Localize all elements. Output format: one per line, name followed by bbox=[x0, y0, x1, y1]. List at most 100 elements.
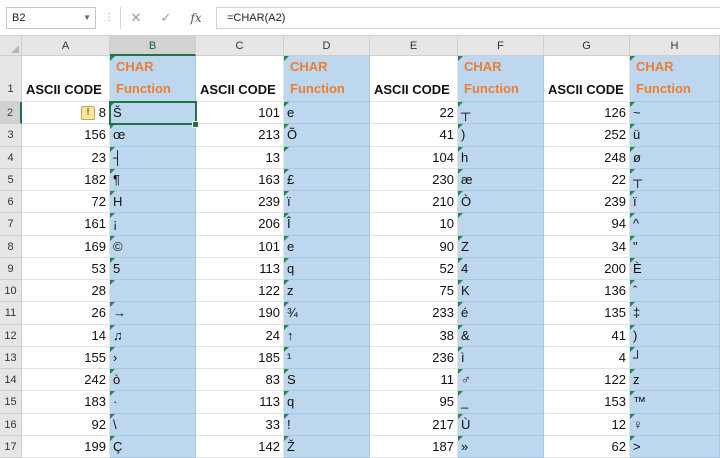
ascii-code-cell[interactable]: 242 bbox=[22, 369, 110, 392]
row-header-12[interactable]: 12 bbox=[0, 324, 22, 347]
char-result-cell[interactable]: → bbox=[110, 302, 196, 325]
char-result-cell[interactable]: z bbox=[284, 280, 370, 303]
char-result-cell[interactable] bbox=[458, 213, 544, 236]
ascii-code-cell[interactable]: 92 bbox=[22, 413, 110, 436]
row-header-5[interactable]: 5 bbox=[0, 168, 22, 191]
char-result-cell[interactable]: q bbox=[284, 391, 370, 414]
ascii-code-cell[interactable]: 22 bbox=[544, 168, 630, 191]
ascii-code-cell[interactable]: 210 bbox=[370, 191, 458, 214]
row-header-10[interactable]: 10 bbox=[0, 280, 22, 303]
ascii-code-cell[interactable]: 41 bbox=[370, 124, 458, 147]
ascii-code-cell[interactable]: 101 bbox=[196, 235, 284, 258]
ascii-code-cell[interactable]: 122 bbox=[196, 280, 284, 303]
char-result-cell[interactable]: ¶ bbox=[110, 168, 196, 191]
char-result-cell[interactable]: © bbox=[110, 235, 196, 258]
char-result-cell[interactable]: z bbox=[630, 369, 720, 392]
column-header-c[interactable]: C bbox=[196, 36, 284, 56]
char-result-cell[interactable]: h bbox=[458, 146, 544, 169]
char-result-cell[interactable]: Ž bbox=[284, 435, 370, 458]
row-header-1[interactable]: 1 bbox=[0, 56, 22, 102]
column-header-a[interactable]: A bbox=[22, 36, 110, 56]
char-function-header[interactable]: CHAR Function bbox=[630, 56, 720, 102]
enter-icon[interactable]: ✓ bbox=[156, 8, 176, 28]
char-result-cell[interactable]: q bbox=[284, 257, 370, 280]
ascii-code-cell[interactable]: 155 bbox=[22, 346, 110, 369]
ascii-code-cell[interactable]: 153 bbox=[544, 391, 630, 414]
char-result-cell[interactable]: £ bbox=[284, 168, 370, 191]
char-result-cell[interactable]: H bbox=[110, 191, 196, 214]
char-result-cell[interactable]: æ bbox=[458, 168, 544, 191]
char-result-cell[interactable]: ┬ bbox=[630, 168, 720, 191]
char-result-cell[interactable]: " bbox=[630, 235, 720, 258]
char-result-cell[interactable]: & bbox=[458, 324, 544, 347]
ascii-code-cell[interactable]: 187 bbox=[370, 435, 458, 458]
ascii-code-cell[interactable]: 28 bbox=[22, 280, 110, 303]
ascii-code-header[interactable]: ASCII CODE bbox=[196, 56, 284, 102]
ascii-code-cell[interactable]: 217 bbox=[370, 413, 458, 436]
worksheet-grid[interactable]: A B C D E F G H 1 2 3 4 5 6 7 8 9 10 11 12 13 14 15 16 17 ASCII C… bbox=[0, 36, 720, 458]
char-result-cell[interactable]: ò bbox=[110, 369, 196, 392]
char-result-cell[interactable]: Õ bbox=[284, 124, 370, 147]
char-result-cell[interactable]: 4 bbox=[458, 257, 544, 280]
char-result-cell[interactable]: > bbox=[630, 435, 720, 458]
column-header-g[interactable]: G bbox=[544, 36, 630, 56]
char-result-cell[interactable]: ) bbox=[630, 324, 720, 347]
row-header-14[interactable]: 14 bbox=[0, 369, 22, 392]
char-result-cell[interactable]: ™ bbox=[630, 391, 720, 414]
ascii-code-header[interactable]: ASCII CODE bbox=[544, 56, 630, 102]
insert-function-icon[interactable]: fx bbox=[186, 8, 206, 28]
ascii-code-header[interactable]: ASCII CODE bbox=[370, 56, 458, 102]
ascii-code-cell[interactable]: 113 bbox=[196, 391, 284, 414]
char-result-cell[interactable]: e bbox=[284, 102, 370, 125]
row-header-11[interactable]: 11 bbox=[0, 302, 22, 325]
ascii-code-cell[interactable]: 22 bbox=[370, 102, 458, 125]
char-result-cell[interactable]: ♂ bbox=[458, 369, 544, 392]
cancel-icon[interactable]: ✕ bbox=[126, 8, 146, 28]
char-result-cell[interactable]: ♫ bbox=[110, 324, 196, 347]
ascii-code-cell[interactable]: 135 bbox=[544, 302, 630, 325]
char-result-cell[interactable]: Ù bbox=[458, 413, 544, 436]
ascii-code-cell[interactable]: 183 bbox=[22, 391, 110, 414]
char-result-cell[interactable]: » bbox=[458, 435, 544, 458]
ascii-code-cell[interactable]: 101 bbox=[196, 102, 284, 125]
char-result-cell[interactable]: Î bbox=[284, 213, 370, 236]
ascii-code-cell[interactable]: 62 bbox=[544, 435, 630, 458]
char-result-cell[interactable]: Š bbox=[110, 102, 196, 125]
row-header-13[interactable]: 13 bbox=[0, 346, 22, 369]
char-result-cell[interactable]: Ç bbox=[110, 435, 196, 458]
name-box[interactable]: B2 ▼ bbox=[6, 7, 96, 29]
row-header-4[interactable]: 4 bbox=[0, 146, 22, 169]
char-result-cell[interactable]: ¹ bbox=[284, 346, 370, 369]
ascii-code-cell[interactable]: 190 bbox=[196, 302, 284, 325]
ascii-code-cell[interactable]: 26 bbox=[22, 302, 110, 325]
char-result-cell[interactable]: ï bbox=[284, 191, 370, 214]
column-header-d[interactable]: D bbox=[284, 36, 370, 56]
ascii-code-cell[interactable]: 94 bbox=[544, 213, 630, 236]
ascii-code-cell[interactable]: 161 bbox=[22, 213, 110, 236]
char-result-cell[interactable]: Ò bbox=[458, 191, 544, 214]
chevron-down-icon[interactable]: ▼ bbox=[83, 8, 91, 28]
char-result-cell[interactable]: ¾ bbox=[284, 302, 370, 325]
ascii-code-cell[interactable]: 72 bbox=[22, 191, 110, 214]
char-result-cell[interactable]: ‡ bbox=[630, 302, 720, 325]
ascii-code-cell[interactable]: 252 bbox=[544, 124, 630, 147]
fill-handle[interactable] bbox=[192, 121, 199, 129]
char-result-cell[interactable]: ì bbox=[458, 346, 544, 369]
ascii-code-cell[interactable]: 156 bbox=[22, 124, 110, 147]
char-result-cell[interactable]: ˆ bbox=[630, 280, 720, 303]
ascii-code-cell[interactable]: 75 bbox=[370, 280, 458, 303]
row-header-3[interactable]: 3 bbox=[0, 124, 22, 147]
char-result-cell[interactable]: \ bbox=[110, 413, 196, 436]
ascii-code-cell[interactable]: 163 bbox=[196, 168, 284, 191]
ascii-code-cell[interactable]: 90 bbox=[370, 235, 458, 258]
char-result-cell[interactable]: ï bbox=[630, 191, 720, 214]
char-result-cell[interactable]: é bbox=[458, 302, 544, 325]
ascii-code-cell[interactable]: 4 bbox=[544, 346, 630, 369]
ascii-code-cell[interactable]: 126 bbox=[544, 102, 630, 125]
char-result-cell[interactable]: · bbox=[110, 391, 196, 414]
row-header-7[interactable]: 7 bbox=[0, 213, 22, 236]
char-result-cell[interactable]: K bbox=[458, 280, 544, 303]
row-header-17[interactable]: 17 bbox=[0, 435, 22, 458]
ascii-code-cell[interactable]: 14 bbox=[22, 324, 110, 347]
ascii-code-cell[interactable]: 113 bbox=[196, 257, 284, 280]
